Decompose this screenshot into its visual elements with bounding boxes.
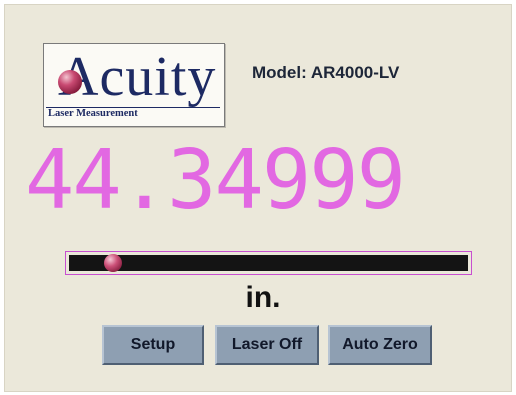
range-indicator-icon [103, 254, 122, 272]
measurement-reading: 44.34999 [25, 133, 406, 228]
setup-button[interactable]: Setup [102, 325, 204, 365]
logo-tagline: Laser Measurement [48, 108, 138, 119]
auto-zero-button[interactable]: Auto Zero [328, 325, 432, 365]
range-bar-track [69, 254, 468, 272]
acuity-logo: Acuity Laser Measurement [43, 43, 225, 127]
logo-ball-icon [58, 70, 82, 94]
model-label: Model: AR4000-LV [252, 63, 400, 82]
laser-off-button[interactable]: Laser Off [215, 325, 319, 365]
logo-wordmark: Acuity [58, 46, 217, 108]
instrument-screen: Acuity Laser Measurement Model: AR4000-L… [4, 4, 512, 392]
range-bar [65, 251, 472, 275]
unit-label: in. [245, 281, 281, 314]
